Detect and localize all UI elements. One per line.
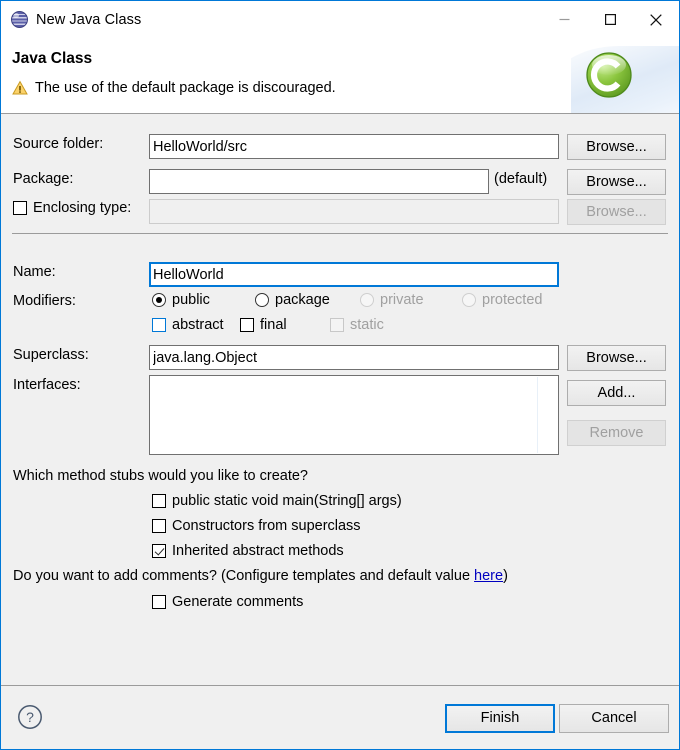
source-folder-label: Source folder: <box>13 136 104 152</box>
page-title: Java Class <box>12 50 93 67</box>
minimize-button[interactable] <box>541 2 587 38</box>
enclosing-type-input[interactable] <box>149 199 559 224</box>
modifier-package-label: package <box>275 292 330 308</box>
status-message: The use of the default package is discou… <box>35 80 336 96</box>
java-sphere-icon <box>11 11 28 28</box>
checkbox-static-icon[interactable] <box>330 318 344 332</box>
dialog-body: Source folder: Browse... Package: (defau… <box>1 114 679 685</box>
source-folder-browse-button[interactable]: Browse... <box>567 134 666 160</box>
configure-templates-link[interactable]: here <box>474 568 503 584</box>
checkbox-generate-comments-icon[interactable] <box>152 595 166 609</box>
modifier-final-label: final <box>260 317 287 333</box>
new-java-class-dialog: New Java Class Java Class The use of the… <box>0 0 680 750</box>
banner-artwork <box>571 38 679 113</box>
dialog-footer: ? Finish Cancel <box>1 685 679 749</box>
checkbox-constructors-icon[interactable] <box>152 519 166 533</box>
radio-private-icon[interactable] <box>360 293 374 307</box>
interfaces-add-button[interactable]: Add... <box>567 380 666 406</box>
package-default-suffix: (default) <box>494 171 548 187</box>
radio-public-icon[interactable] <box>152 293 166 307</box>
stub-checkbox-main[interactable]: public static void main(String[] args) <box>152 493 402 509</box>
checkbox-main-method-icon[interactable] <box>152 494 166 508</box>
package-label: Package: <box>13 171 74 187</box>
enclosing-type-checkbox[interactable] <box>13 201 27 215</box>
stub-main-label: public static void main(String[] args) <box>172 493 402 509</box>
stub-constructors-label: Constructors from superclass <box>172 518 361 534</box>
enclosing-type-label: Enclosing type: <box>33 200 132 216</box>
comments-question: Do you want to add comments? (Configure … <box>13 568 508 584</box>
svg-text:?: ? <box>26 709 34 725</box>
modifier-checkbox-static[interactable]: static <box>330 317 384 333</box>
method-stubs-question: Which method stubs would you like to cre… <box>13 468 308 484</box>
close-icon <box>650 13 662 26</box>
superclass-label: Superclass: <box>13 347 89 363</box>
modifier-checkbox-abstract[interactable]: abstract <box>152 317 224 333</box>
stub-inherited-label: Inherited abstract methods <box>172 543 344 559</box>
package-browse-button[interactable]: Browse... <box>567 169 666 195</box>
java-class-green-c-icon <box>586 52 632 98</box>
modifier-static-label: static <box>350 317 384 333</box>
modifier-abstract-label: abstract <box>172 317 224 333</box>
radio-package-icon[interactable] <box>255 293 269 307</box>
modifier-public-label: public <box>172 292 210 308</box>
checkbox-inherited-abstract-icon[interactable] <box>152 544 166 558</box>
interfaces-remove-button[interactable]: Remove <box>567 420 666 446</box>
checkbox-final-icon[interactable] <box>240 318 254 332</box>
interfaces-scrollbar[interactable] <box>537 377 538 453</box>
enclosing-type-checkbox-row[interactable]: Enclosing type: <box>13 200 131 216</box>
modifier-radio-package[interactable]: package <box>255 292 330 308</box>
stub-checkbox-constructors[interactable]: Constructors from superclass <box>152 518 361 534</box>
status-message-row: The use of the default package is discou… <box>12 80 336 96</box>
wizard-banner: Java Class The use of the default packag… <box>1 38 679 114</box>
help-question-icon[interactable]: ? <box>17 704 43 730</box>
modifiers-label: Modifiers: <box>13 293 76 309</box>
radio-protected-icon[interactable] <box>462 293 476 307</box>
modifier-radio-public[interactable]: public <box>152 292 210 308</box>
superclass-input[interactable] <box>149 345 559 370</box>
modifier-checkbox-final[interactable]: final <box>240 317 287 333</box>
generate-comments-checkbox-row[interactable]: Generate comments <box>152 594 303 610</box>
comments-question-suffix: ) <box>503 568 508 584</box>
cancel-button[interactable]: Cancel <box>559 704 669 733</box>
minimize-icon <box>559 18 569 21</box>
finish-button[interactable]: Finish <box>445 704 555 733</box>
warning-icon <box>12 80 28 95</box>
modifier-protected-label: protected <box>482 292 543 308</box>
enclosing-type-browse-button[interactable]: Browse... <box>567 199 666 225</box>
section-divider-1 <box>12 233 668 234</box>
maximize-icon <box>604 14 616 25</box>
window-controls <box>541 1 679 38</box>
window-title: New Java Class <box>36 11 142 28</box>
package-input[interactable] <box>149 169 489 194</box>
maximize-button[interactable] <box>587 2 633 38</box>
stub-checkbox-inherited[interactable]: Inherited abstract methods <box>152 543 344 559</box>
interfaces-label: Interfaces: <box>13 377 81 393</box>
comments-question-prefix: Do you want to add comments? (Configure … <box>13 568 475 584</box>
modifier-radio-protected[interactable]: protected <box>462 292 542 308</box>
name-label: Name: <box>13 264 56 280</box>
close-button[interactable] <box>633 2 679 38</box>
generate-comments-label: Generate comments <box>172 594 304 610</box>
interfaces-listbox[interactable] <box>149 375 559 455</box>
class-name-input[interactable] <box>149 262 559 287</box>
superclass-browse-button[interactable]: Browse... <box>567 345 666 371</box>
modifier-private-label: private <box>380 292 424 308</box>
title-bar: New Java Class <box>1 1 679 38</box>
checkbox-abstract-icon[interactable] <box>152 318 166 332</box>
source-folder-input[interactable] <box>149 134 559 159</box>
modifier-radio-private[interactable]: private <box>360 292 424 308</box>
